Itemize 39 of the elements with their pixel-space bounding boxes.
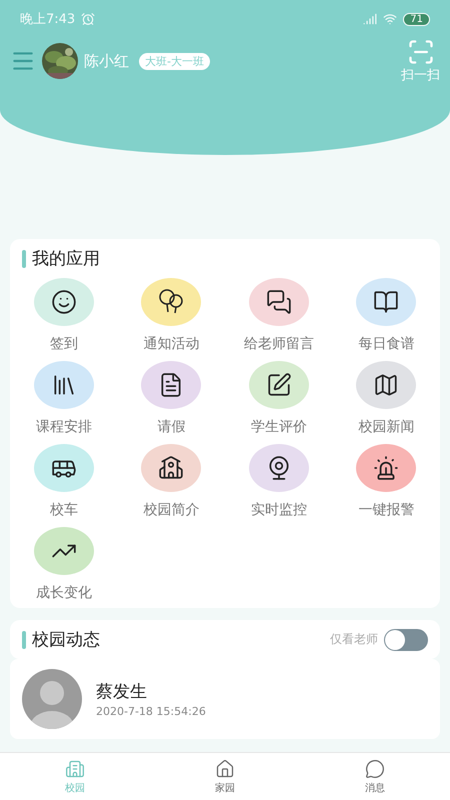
section-title: 我的应用 [32, 248, 100, 270]
app-shortcut[interactable]: 校车 [10, 444, 118, 519]
alarm-icon [81, 12, 96, 26]
author-name: 蔡发生 [96, 681, 148, 703]
app-shortcut[interactable]: 通知活动 [118, 278, 225, 353]
scan-icon [406, 38, 434, 66]
signal-icon [363, 12, 378, 26]
battery-level: 71 [403, 12, 430, 26]
app-shortcut[interactable]: 校园新闻 [332, 361, 440, 436]
nav-tab[interactable]: 消息 [300, 753, 450, 800]
app-shortcut[interactable]: 每日食谱 [332, 278, 440, 353]
edit-icon [266, 372, 292, 398]
status-time: 晚上7:43 [20, 11, 76, 28]
school-icon [158, 455, 184, 481]
app-shortcut[interactable]: 请假 [118, 361, 225, 436]
chat-icon [266, 289, 292, 315]
book-icon [373, 289, 400, 315]
app-shortcut[interactable]: 成长变化 [10, 527, 118, 602]
teachers-only-toggle[interactable] [384, 628, 428, 650]
siren-icon [373, 455, 400, 481]
user-name: 陈小红 [84, 52, 129, 70]
app-shortcut[interactable]: 一键报警 [332, 444, 440, 519]
wifi-icon [383, 12, 398, 26]
nav-tab[interactable]: 家园 [150, 753, 300, 800]
building-icon [65, 758, 85, 778]
app-shortcut[interactable]: 签到 [10, 278, 118, 353]
section-title: 校园动态 [32, 629, 100, 651]
house-icon [215, 758, 235, 778]
app-shortcut[interactable]: 给老师留言 [225, 278, 332, 353]
app-shortcut[interactable]: 校园简介 [118, 444, 225, 519]
filter-label: 仅看老师 [330, 631, 378, 648]
app-shortcut[interactable]: 学生评价 [225, 361, 332, 436]
smile-icon [50, 289, 77, 315]
class-tag: 大班-大一班 [139, 52, 210, 70]
post-time: 2020-7-18 15:54:26 [96, 705, 206, 718]
app-shortcut[interactable]: 实时监控 [225, 444, 332, 519]
app-shortcut[interactable]: 课程安排 [10, 361, 118, 436]
chat-icon [365, 758, 385, 778]
map-icon [373, 372, 400, 398]
